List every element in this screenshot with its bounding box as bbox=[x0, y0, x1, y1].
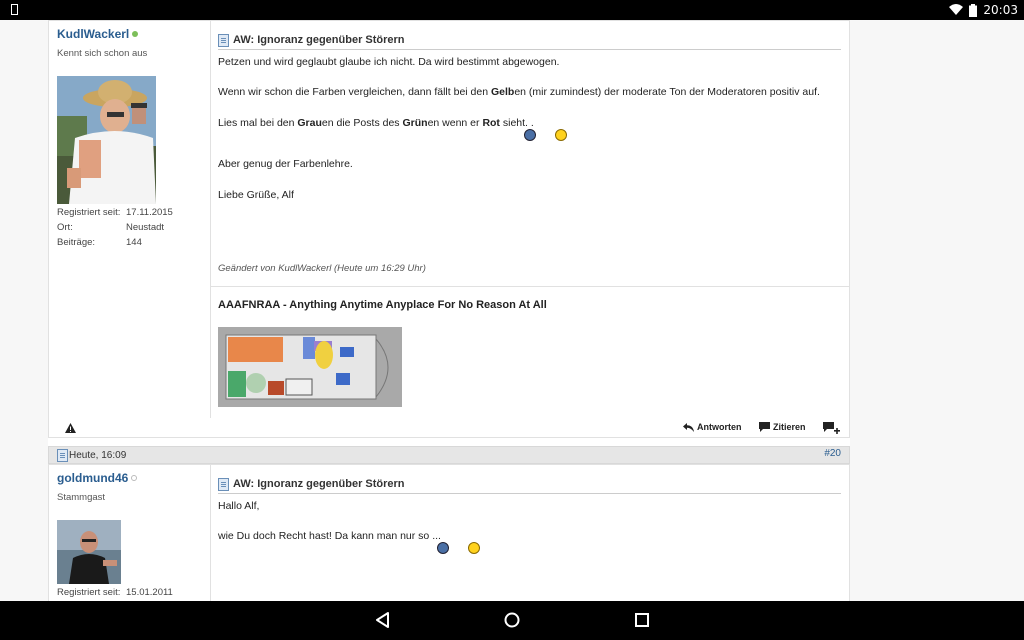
document-icon bbox=[218, 477, 229, 491]
post-date-icon bbox=[57, 449, 68, 462]
document-icon bbox=[218, 33, 229, 47]
offline-status-icon bbox=[131, 475, 138, 481]
reply-label[interactable]: Antworten bbox=[697, 422, 742, 432]
avatar[interactable] bbox=[57, 520, 121, 584]
text-run: en (mir zumindest) der moderate Ton der … bbox=[514, 86, 820, 98]
post-text-line: Lies mal bei den Grauen die Posts des Gr… bbox=[218, 117, 534, 129]
quote-label[interactable]: Zitieren bbox=[773, 422, 806, 432]
home-icon[interactable] bbox=[501, 609, 523, 631]
bold-word: Rot bbox=[482, 117, 500, 129]
bold-word: Grün bbox=[402, 117, 428, 129]
post-text-line: Hallo Alf, bbox=[218, 500, 260, 512]
post-userinfo: KudlWackerl Kennt sich schon aus Registr… bbox=[49, 21, 211, 437]
smiley-icon bbox=[555, 129, 567, 141]
post-title-text: AW: Ignoranz gegenüber Störern bbox=[233, 478, 405, 490]
reply-arrow-icon bbox=[683, 422, 694, 432]
meta-value: 144 bbox=[126, 237, 142, 248]
recent-apps-icon[interactable] bbox=[631, 609, 653, 631]
meta-value: 15.01.2011 bbox=[126, 587, 173, 598]
post-date: Heute, 16:09 bbox=[69, 450, 127, 461]
text-run: Lies mal bei den bbox=[218, 117, 298, 129]
post-text-line: Aber genug der Farbenlehre. bbox=[218, 158, 353, 170]
user-rank: Stammgast bbox=[57, 492, 106, 503]
post-text-line: wie Du doch Recht hast! Da kann man nur … bbox=[218, 530, 441, 542]
quote-icon bbox=[759, 422, 770, 432]
post-title: AW: Ignoranz gegenüber Störern bbox=[218, 475, 841, 494]
text-run: Wenn wir schon die Farben vergleichen, d… bbox=[218, 86, 491, 98]
forum-page: KudlWackerl Kennt sich schon aus Registr… bbox=[0, 20, 1024, 601]
post-text-line: Wenn wir schon die Farben vergleichen, d… bbox=[218, 86, 820, 98]
post-username[interactable]: KudlWackerl bbox=[57, 27, 139, 41]
meta-label: Registriert seit: bbox=[57, 207, 121, 218]
signature-text: AAAFNRAA - Anything Anytime Anyplace For… bbox=[218, 299, 547, 311]
post-username[interactable]: goldmund46 bbox=[57, 471, 138, 485]
signature-image bbox=[218, 327, 402, 407]
post-text-line: Liebe Grüße, Alf bbox=[218, 189, 294, 201]
avatar[interactable] bbox=[57, 76, 156, 204]
sim-card-icon bbox=[11, 4, 18, 15]
bold-word: Gelb bbox=[490, 86, 515, 98]
page-margin-right bbox=[850, 20, 1024, 601]
meta-label: Ort: bbox=[57, 222, 73, 233]
username-text[interactable]: KudlWackerl bbox=[57, 27, 129, 41]
post-title: AW: Ignoranz gegenüber Störern bbox=[218, 31, 841, 50]
meta-value: Neustadt bbox=[126, 222, 165, 233]
post-number-link[interactable]: #20 bbox=[824, 448, 841, 459]
post-actions-bar: Antworten Zitieren bbox=[48, 418, 850, 438]
quote-button[interactable]: Zitieren bbox=[759, 422, 806, 432]
status-bar: 20:03 bbox=[0, 0, 1024, 20]
user-rank: Kennt sich schon aus bbox=[57, 48, 148, 59]
text-run: en wenn er bbox=[427, 117, 483, 129]
post-userinfo: goldmund46 Stammgast Registriert seit: 15… bbox=[49, 465, 211, 601]
text-run: sieht. . bbox=[499, 117, 534, 129]
bold-word: Grau bbox=[297, 117, 322, 129]
signature-divider bbox=[210, 286, 849, 287]
user-meta-row: Beiträge: 144 bbox=[57, 237, 142, 248]
clock: 20:03 bbox=[983, 3, 1018, 17]
battery-icon bbox=[969, 3, 978, 17]
back-icon[interactable] bbox=[372, 609, 394, 631]
meta-value: 17.11.2015 bbox=[126, 207, 173, 218]
post-content: AW: Ignoranz gegenüber Störern Hallo Alf… bbox=[210, 465, 849, 601]
post-20: goldmund46 Stammgast Registriert seit: 15… bbox=[48, 464, 850, 601]
user-meta-row: Registriert seit: 15.01.2011 bbox=[57, 587, 173, 598]
meta-label: Registriert seit: bbox=[57, 587, 121, 598]
edit-note: Geändert von KudlWackerl (Heute um 16:29… bbox=[218, 263, 426, 274]
page-margin-left bbox=[0, 20, 48, 601]
user-meta-row: Registriert seit: 17.11.2015 bbox=[57, 207, 173, 218]
wifi-icon bbox=[949, 4, 964, 15]
meta-label: Beiträge: bbox=[57, 237, 96, 248]
multi-quote-add-icon[interactable] bbox=[823, 422, 840, 434]
user-meta-row: Ort: Neustadt bbox=[57, 222, 164, 233]
post-19: KudlWackerl Kennt sich schon aus Registr… bbox=[48, 20, 850, 438]
post-content: AW: Ignoranz gegenüber Störern Petzen un… bbox=[210, 21, 849, 437]
smiley-icon bbox=[437, 542, 449, 554]
smiley-icon bbox=[524, 129, 536, 141]
text-run: en die Posts des bbox=[321, 117, 403, 129]
report-warning-icon[interactable] bbox=[65, 423, 76, 433]
smiley-icon bbox=[468, 542, 480, 554]
online-status-icon bbox=[132, 31, 139, 37]
post-text-line: Petzen und wird geglaubt glaube ich nich… bbox=[218, 56, 560, 68]
username-text[interactable]: goldmund46 bbox=[57, 471, 128, 485]
system-nav-bar bbox=[0, 601, 1024, 640]
post-title-text: AW: Ignoranz gegenüber Störern bbox=[233, 34, 405, 46]
post-header-bar: Heute, 16:09 #20 bbox=[48, 446, 850, 464]
reply-button[interactable]: Antworten bbox=[683, 422, 742, 432]
